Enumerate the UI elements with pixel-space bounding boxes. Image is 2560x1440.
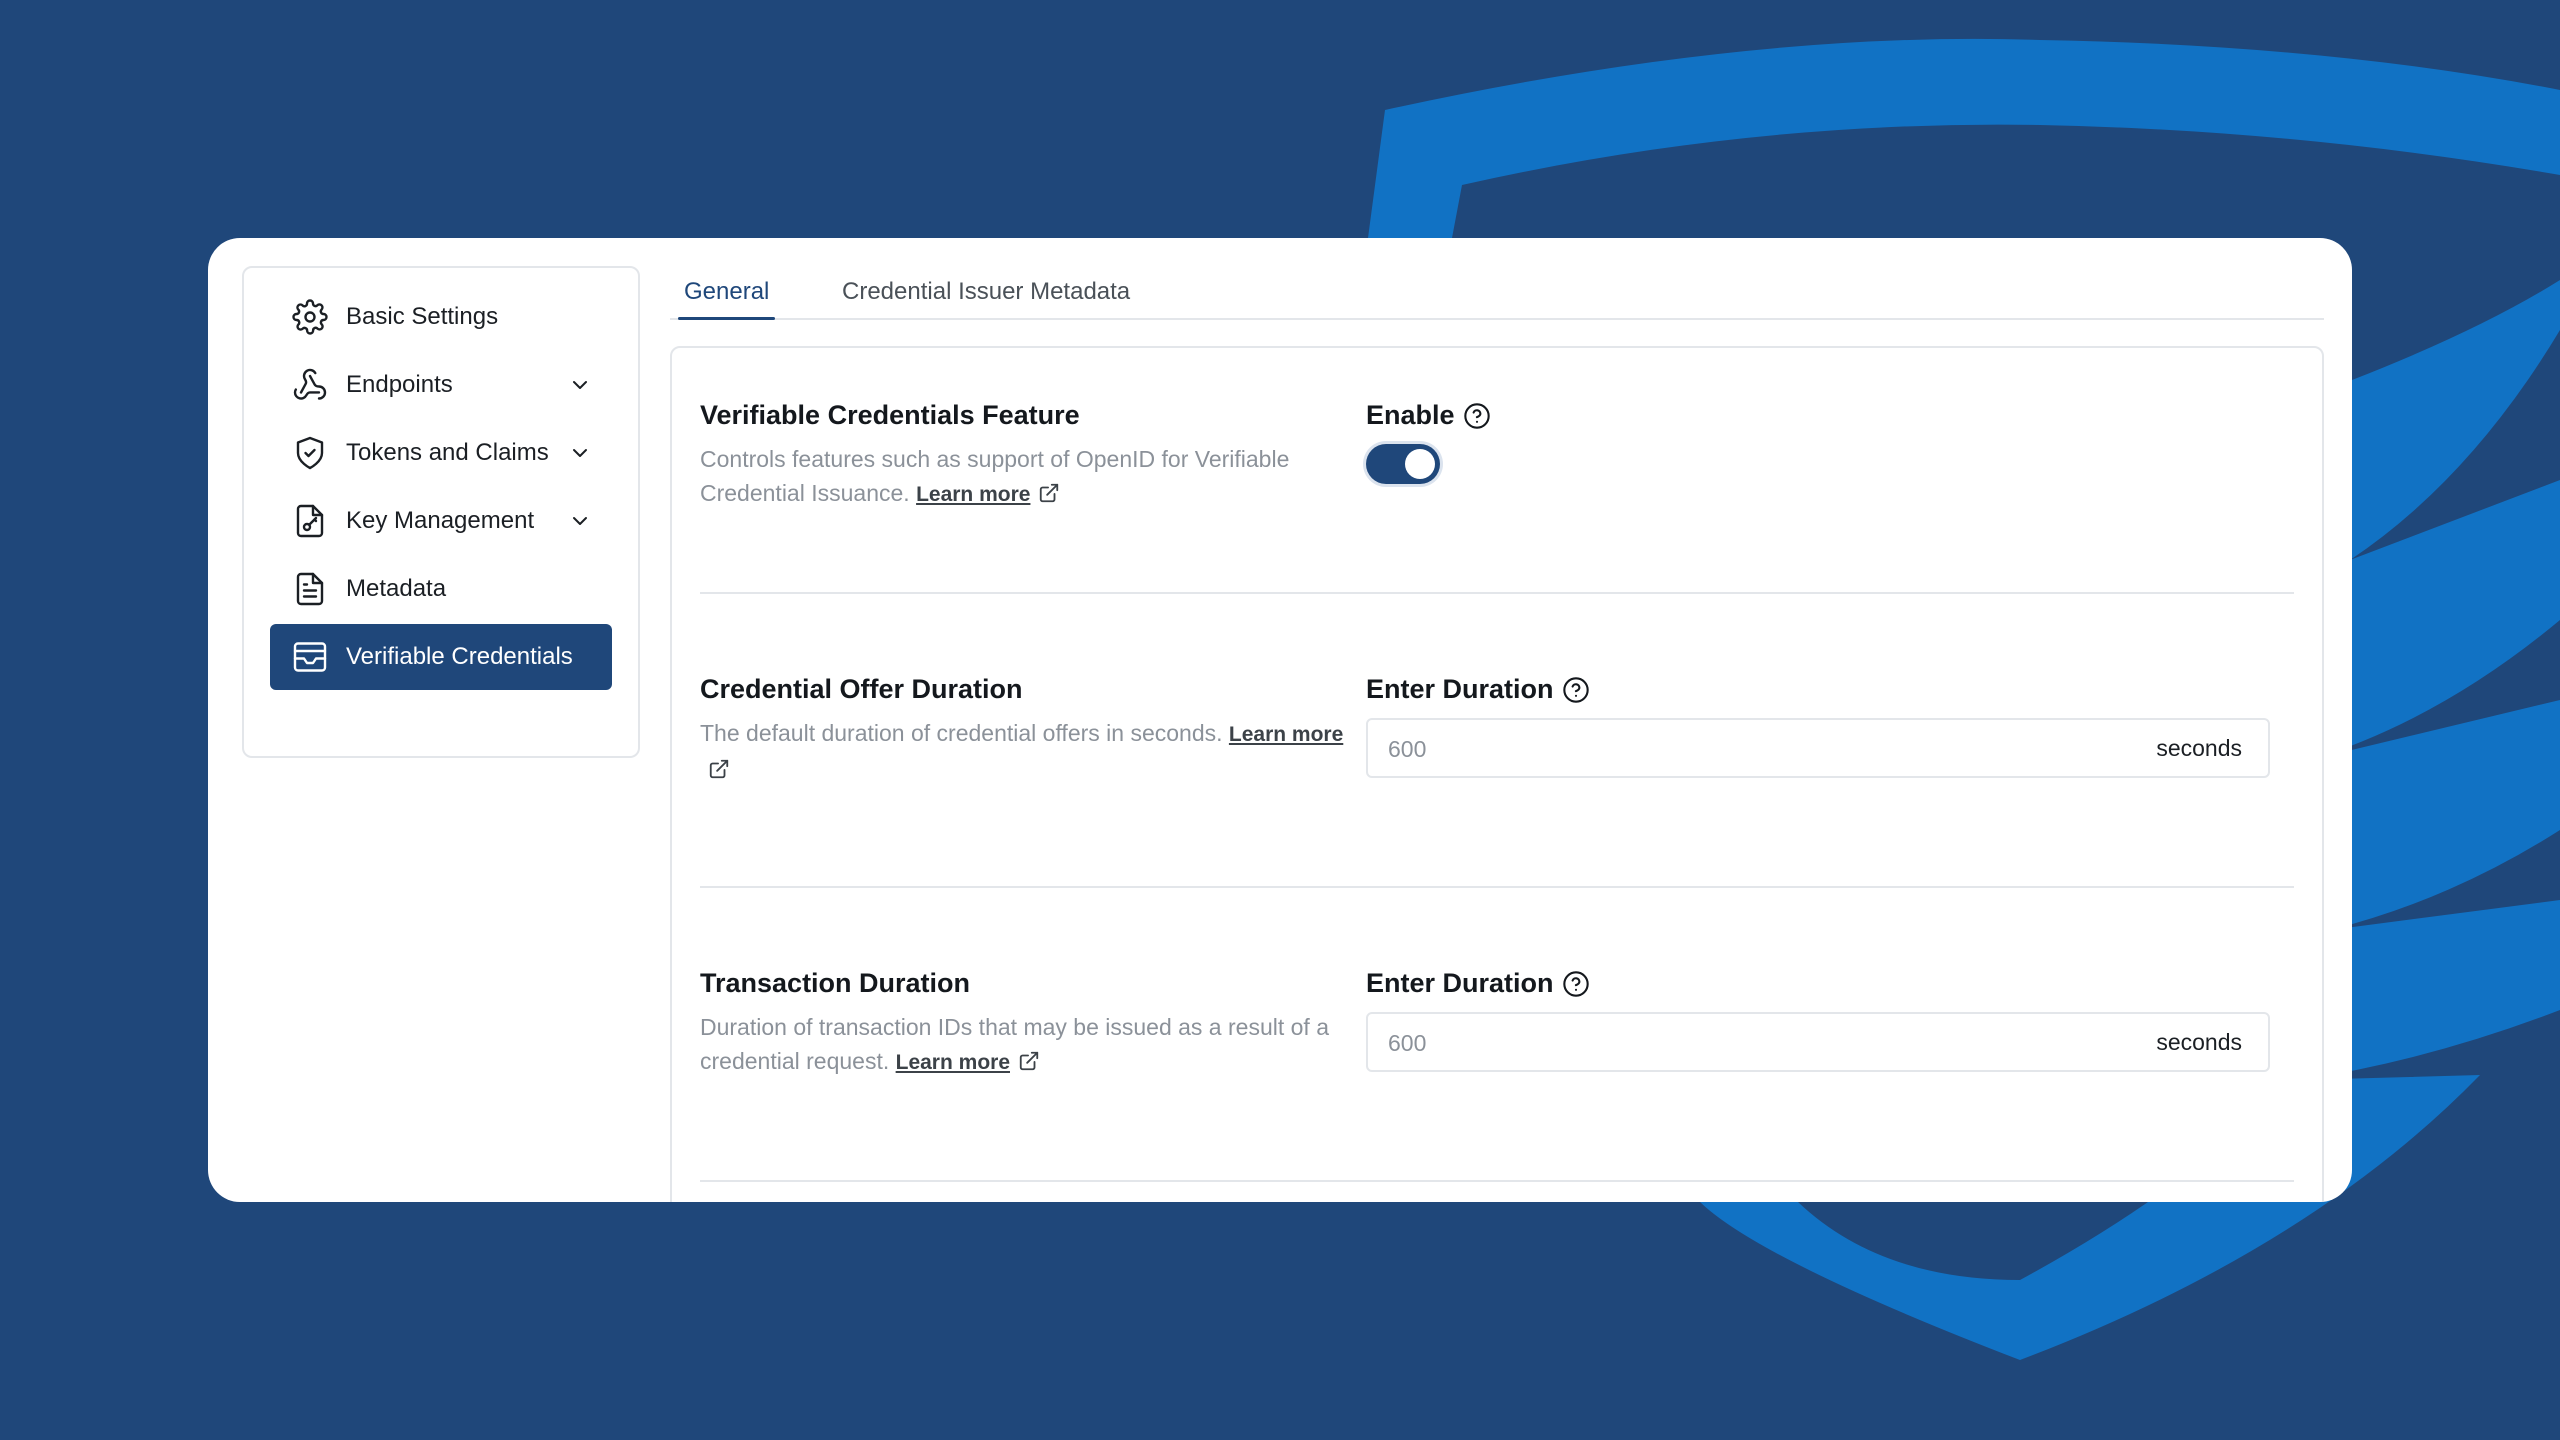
help-circle-icon[interactable] xyxy=(1562,676,1590,704)
transaction-learn-more-link[interactable]: Learn more xyxy=(896,1051,1010,1074)
transaction-duration-label-text: Enter Duration xyxy=(1366,968,1554,998)
offer-duration-title: Credential Offer Duration xyxy=(700,674,1023,704)
offer-duration-description: The default duration of credential offer… xyxy=(700,716,1350,786)
file-key-icon xyxy=(290,501,330,541)
sidebar-item-key-management[interactable]: Key Management xyxy=(270,488,612,554)
sidebar-item-label: Tokens and Claims xyxy=(346,439,549,466)
transaction-description-text: Duration of transaction IDs that may be … xyxy=(700,1014,1329,1074)
sidebar-item-metadata[interactable]: Metadata xyxy=(270,556,612,622)
divider xyxy=(700,592,2294,594)
sidebar-item-verifiable-credentials[interactable]: Verifiable Credentials xyxy=(270,624,612,690)
chevron-down-icon[interactable] xyxy=(568,441,592,465)
credential-card-icon xyxy=(290,637,330,677)
sidebar-item-tokens-and-claims[interactable]: Tokens and Claims xyxy=(270,420,612,486)
external-link-icon xyxy=(1040,483,1059,503)
sidebar-item-label: Metadata xyxy=(346,575,447,602)
transaction-duration-label: Enter Duration xyxy=(1366,968,1590,999)
divider xyxy=(700,1180,2294,1182)
offer-duration-unit: seconds xyxy=(2156,735,2242,761)
general-panel: Verifiable Credentials Feature Controls … xyxy=(670,346,2324,1202)
sidebar-item-label: Verifiable Credentials xyxy=(346,643,573,670)
help-circle-icon[interactable] xyxy=(1562,970,1590,998)
sidebar-item-label: Key Management xyxy=(346,507,535,534)
offer-description-text: The default duration of credential offer… xyxy=(700,720,1223,746)
external-link-icon xyxy=(1019,1051,1039,1071)
sidebar-item-endpoints[interactable]: Endpoints xyxy=(270,352,612,418)
sidebar: Basic Settings Endpoints Tokens and Clai… xyxy=(242,266,640,758)
help-circle-icon[interactable] xyxy=(1463,402,1491,430)
feature-description: Controls features such as support of Ope… xyxy=(700,442,1350,512)
offer-duration-label-text: Enter Duration xyxy=(1366,674,1554,704)
settings-card: Basic Settings Endpoints Tokens and Clai… xyxy=(208,238,2352,1202)
file-text-icon xyxy=(290,569,330,609)
divider xyxy=(700,886,2294,888)
gear-icon xyxy=(290,297,330,337)
sidebar-item-basic-settings[interactable]: Basic Settings xyxy=(270,284,612,350)
enable-toggle[interactable] xyxy=(1366,444,1440,484)
tab-credential-issuer-metadata[interactable]: Credential Issuer Metadata xyxy=(842,266,1130,318)
feature-title: Verifiable Credentials Feature xyxy=(700,400,1080,430)
chevron-down-icon[interactable] xyxy=(568,373,592,397)
offer-duration-input[interactable] xyxy=(1368,720,2150,778)
offer-duration-label: Enter Duration xyxy=(1366,674,1590,705)
offer-learn-more-link[interactable]: Learn more xyxy=(1229,723,1343,746)
offer-duration-field: seconds xyxy=(1366,718,2270,778)
webhook-icon xyxy=(290,365,330,405)
transaction-duration-input[interactable] xyxy=(1368,1014,2150,1072)
enable-label: Enable xyxy=(1366,400,1491,431)
toggle-knob xyxy=(1405,449,1435,479)
external-link-icon xyxy=(709,759,729,779)
tab-bar: General Credential Issuer Metadata xyxy=(670,266,2324,320)
tab-general[interactable]: General xyxy=(677,266,776,320)
sidebar-item-label: Basic Settings xyxy=(346,303,499,330)
enable-label-text: Enable xyxy=(1366,400,1455,430)
sidebar-item-label: Endpoints xyxy=(346,371,453,398)
feature-learn-more-link[interactable]: Learn more xyxy=(916,483,1030,506)
transaction-duration-unit: seconds xyxy=(2156,1029,2242,1055)
transaction-duration-title: Transaction Duration xyxy=(700,968,971,998)
transaction-duration-field: seconds xyxy=(1366,1012,2270,1072)
chevron-down-icon[interactable] xyxy=(568,509,592,533)
shield-check-icon xyxy=(290,433,330,473)
transaction-duration-description: Duration of transaction IDs that may be … xyxy=(700,1010,1350,1080)
